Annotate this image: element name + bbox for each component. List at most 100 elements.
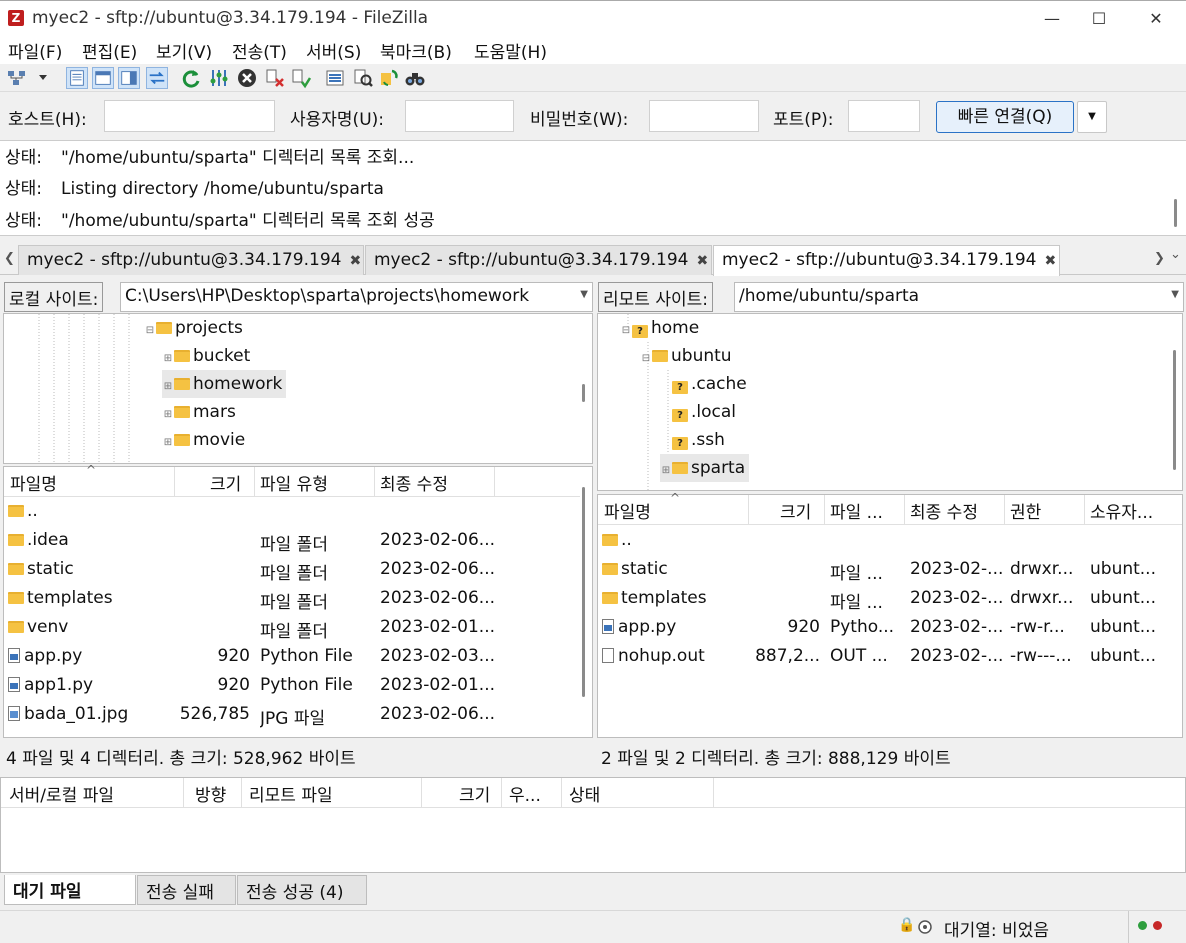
remote-directory-tree[interactable]: ⊟? home ⊟ ubuntu ? .cache ? .local ? .ssh ⊞ sp… (597, 313, 1183, 491)
message-log[interactable]: 상태: "/home/ubuntu/sparta" 디렉터리 목록 조회... 상… (0, 140, 1186, 236)
toggle-remote-tree-icon[interactable] (118, 67, 140, 89)
menu-help[interactable]: 도움말(H) (474, 38, 547, 63)
site-manager-dropdown-icon[interactable] (38, 74, 48, 82)
remote-tree-scrollbar[interactable] (1173, 350, 1176, 470)
tab-scroll-right-icon[interactable]: ❯ (1154, 251, 1165, 266)
column-header-remote-file[interactable]: 리모트 파일 (249, 781, 333, 806)
local-tree-item-movie[interactable]: ⊞ movie (162, 426, 245, 454)
queue-tab-queued[interactable]: 대기 파일 (4, 875, 136, 905)
column-header-direction[interactable]: 방향 (195, 781, 226, 806)
column-header-type[interactable]: 파일 유형 (260, 470, 328, 495)
quickconnect-button[interactable]: 빠른 연결(Q) (936, 101, 1074, 133)
column-header-type[interactable]: 파일 ... (830, 498, 883, 523)
remote-path-input[interactable]: /home/ubuntu/sparta ▼ (734, 282, 1184, 312)
local-tree-item-bucket[interactable]: ⊞ bucket (162, 342, 250, 370)
compare-directories-icon[interactable] (352, 67, 374, 89)
folder-open-icon (156, 322, 172, 334)
local-file-row-parent[interactable]: .. (4, 497, 580, 526)
local-file-row[interactable]: templates 파일 폴더 2023-02-06... (4, 584, 580, 613)
menu-bookmarks[interactable]: 북마크(B) (380, 38, 452, 63)
port-input[interactable] (848, 100, 920, 132)
column-header-modified[interactable]: 최종 수정 (380, 470, 448, 495)
remote-file-row[interactable]: app.py 920 Pytho... 2023-02-... -rw-r... ubun… (598, 613, 1182, 642)
reconnect-icon[interactable] (290, 67, 312, 89)
remote-file-row[interactable]: templates 파일 ... 2023-02-... drwxr... ubunt.… (598, 584, 1182, 613)
column-header-priority[interactable]: 우... (509, 781, 541, 806)
column-header-permissions[interactable]: 권한 (1010, 498, 1041, 523)
column-header-size[interactable]: 크기 (210, 470, 241, 495)
tab-close-icon[interactable]: ✖ (349, 253, 361, 269)
tab-connection-3[interactable]: myec2 - sftp://ubuntu@3.34.179.194 ✖ (713, 245, 1060, 276)
tab-connection-2[interactable]: myec2 - sftp://ubuntu@3.34.179.194 ✖ (365, 245, 712, 275)
remote-file-row[interactable]: static 파일 ... 2023-02-... drwxr... ubunt... (598, 555, 1182, 584)
remote-tree-item-cache[interactable]: ? .cache (660, 370, 747, 398)
tab-list-icon[interactable]: ⌄ (1170, 247, 1181, 262)
local-file-row[interactable]: app1.py 920 Python File 2023-02-01... (4, 671, 580, 700)
local-file-list-scrollbar[interactable] (582, 487, 585, 697)
quickconnect-history-dropdown[interactable]: ▼ (1077, 101, 1107, 133)
local-directory-tree[interactable]: ⊟ projects ⊞ bucket ⊞ homework ⊞ mars ⊞ movie (3, 313, 593, 464)
refresh-icon[interactable] (180, 67, 202, 89)
chevron-down-icon[interactable]: ▼ (580, 289, 588, 300)
column-header-name[interactable]: 파일명 (604, 498, 651, 523)
menu-server[interactable]: 서버(S) (306, 38, 361, 63)
transfer-queue[interactable]: 서버/로컬 파일 방향 리모트 파일 크기 우... 상태 (0, 777, 1186, 873)
menu-file[interactable]: 파일(F) (8, 38, 62, 63)
menu-transfer[interactable]: 전송(T) (232, 38, 287, 63)
tab-close-icon[interactable]: ✖ (1044, 253, 1056, 269)
local-tree-item-homework[interactable]: ⊞ homework (162, 370, 287, 398)
local-file-row[interactable]: venv 파일 폴더 2023-02-01... (4, 613, 580, 642)
remote-tree-item-home[interactable]: ⊟? home (620, 314, 699, 342)
remote-file-row-parent[interactable]: .. (598, 526, 1182, 555)
menu-edit[interactable]: 편집(E) (82, 38, 137, 63)
username-input[interactable] (405, 100, 514, 132)
remote-tree-item-local[interactable]: ? .local (660, 398, 736, 426)
queue-tab-successful[interactable]: 전송 성공 (4) (237, 875, 367, 905)
host-input[interactable] (104, 100, 275, 132)
local-file-row[interactable]: bada_01.jpg 526,785 JPG 파일 2023-02-06... (4, 700, 580, 738)
local-file-row[interactable]: .idea 파일 폴더 2023-02-06... (4, 526, 580, 555)
column-header-owner[interactable]: 소유자... (1090, 498, 1153, 523)
speed-limit-icon[interactable] (918, 920, 932, 934)
remote-tree-item-ssh[interactable]: ? .ssh (660, 426, 725, 454)
remote-tree-item-ubuntu[interactable]: ⊟ ubuntu (640, 342, 732, 370)
tab-close-icon[interactable]: ✖ (696, 253, 708, 269)
local-tree-item-projects[interactable]: ⊟ projects (144, 314, 243, 342)
menu-view[interactable]: 보기(V) (156, 38, 212, 63)
queue-tab-failed[interactable]: 전송 실패 (137, 875, 236, 905)
column-header-size[interactable]: 크기 (780, 498, 811, 523)
search-remote-files-icon[interactable] (404, 67, 426, 89)
tab-connection-1[interactable]: myec2 - sftp://ubuntu@3.34.179.194 ✖ (18, 245, 364, 275)
column-header-status[interactable]: 상태 (569, 781, 600, 806)
local-tree-scrollbar[interactable] (582, 384, 585, 402)
cancel-icon[interactable] (236, 67, 258, 89)
python-file-icon (8, 648, 20, 663)
sync-browsing-icon[interactable] (378, 67, 400, 89)
local-tree-item-mars[interactable]: ⊞ mars (162, 398, 236, 426)
tab-scroll-left-icon[interactable]: ❮ (4, 251, 15, 266)
disconnect-icon[interactable] (264, 67, 286, 89)
chevron-down-icon[interactable]: ▼ (1171, 289, 1179, 300)
local-path-input[interactable]: C:\Users\HP\Desktop\sparta\projects\home… (120, 282, 593, 312)
remote-file-row[interactable]: nohup.out 887,2... OUT ... 2023-02-... -rw--… (598, 642, 1182, 671)
toggle-log-icon[interactable] (66, 67, 88, 89)
local-file-row[interactable]: app.py 920 Python File 2023-02-03... (4, 642, 580, 671)
directory-listing-filters-icon[interactable] (324, 67, 346, 89)
local-file-row[interactable]: static 파일 폴더 2023-02-06... (4, 555, 580, 584)
log-scrollbar[interactable] (1174, 199, 1177, 227)
column-header-name[interactable]: 파일명 (10, 470, 57, 495)
column-header-local-file[interactable]: 서버/로컬 파일 (9, 781, 114, 806)
maximize-button[interactable]: ☐ (1076, 1, 1122, 37)
process-queue-icon[interactable] (208, 67, 230, 89)
column-header-size[interactable]: 크기 (459, 781, 490, 806)
column-header-modified[interactable]: 최종 수정 (910, 498, 978, 523)
password-input[interactable] (649, 100, 759, 132)
local-file-list[interactable]: 파일명 ^ 크기 파일 유형 최종 수정 .. .idea 파일 폴더 2023-0… (3, 463, 593, 738)
remote-file-list[interactable]: 파일명 ^ 크기 파일 ... 최종 수정 권한 소유자... .. stati… (597, 491, 1183, 738)
close-window-button[interactable]: ✕ (1133, 1, 1179, 37)
toggle-local-tree-icon[interactable] (92, 67, 114, 89)
site-manager-icon[interactable] (6, 67, 28, 89)
toggle-queue-icon[interactable] (146, 67, 168, 89)
remote-tree-item-sparta[interactable]: ⊞ sparta (660, 454, 750, 482)
minimize-button[interactable]: — (1029, 1, 1075, 37)
